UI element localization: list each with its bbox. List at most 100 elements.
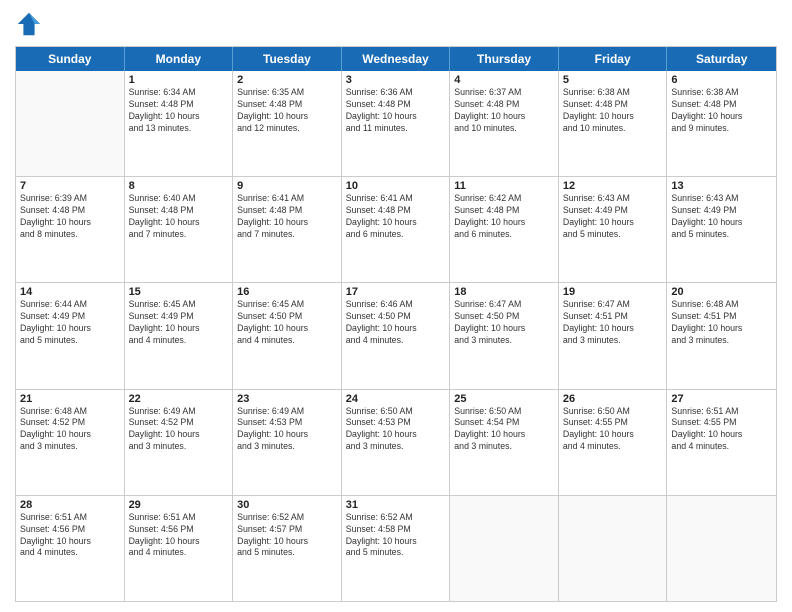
day-info: Sunrise: 6:35 AM Sunset: 4:48 PM Dayligh… [237,87,337,135]
calendar-cell-w0-d3: 3Sunrise: 6:36 AM Sunset: 4:48 PM Daylig… [342,71,451,176]
calendar-cell-w4-d2: 30Sunrise: 6:52 AM Sunset: 4:57 PM Dayli… [233,496,342,601]
day-info: Sunrise: 6:36 AM Sunset: 4:48 PM Dayligh… [346,87,446,135]
header-day-monday: Monday [125,47,234,71]
day-number: 7 [20,180,120,192]
day-info: Sunrise: 6:50 AM Sunset: 4:54 PM Dayligh… [454,406,554,454]
calendar-cell-w3-d2: 23Sunrise: 6:49 AM Sunset: 4:53 PM Dayli… [233,390,342,495]
day-number: 17 [346,286,446,298]
day-number: 9 [237,180,337,192]
day-info: Sunrise: 6:47 AM Sunset: 4:51 PM Dayligh… [563,299,663,347]
calendar-cell-w1-d3: 10Sunrise: 6:41 AM Sunset: 4:48 PM Dayli… [342,177,451,282]
day-info: Sunrise: 6:49 AM Sunset: 4:53 PM Dayligh… [237,406,337,454]
day-number: 12 [563,180,663,192]
calendar-cell-w3-d5: 26Sunrise: 6:50 AM Sunset: 4:55 PM Dayli… [559,390,668,495]
day-info: Sunrise: 6:50 AM Sunset: 4:55 PM Dayligh… [563,406,663,454]
day-info: Sunrise: 6:41 AM Sunset: 4:48 PM Dayligh… [237,193,337,241]
day-number: 10 [346,180,446,192]
calendar-cell-w0-d6: 6Sunrise: 6:38 AM Sunset: 4:48 PM Daylig… [667,71,776,176]
calendar-cell-w2-d5: 19Sunrise: 6:47 AM Sunset: 4:51 PM Dayli… [559,283,668,388]
day-number: 28 [20,499,120,511]
header-day-wednesday: Wednesday [342,47,451,71]
header-day-tuesday: Tuesday [233,47,342,71]
calendar-body: 1Sunrise: 6:34 AM Sunset: 4:48 PM Daylig… [16,71,776,601]
day-info: Sunrise: 6:43 AM Sunset: 4:49 PM Dayligh… [563,193,663,241]
calendar-cell-w3-d0: 21Sunrise: 6:48 AM Sunset: 4:52 PM Dayli… [16,390,125,495]
day-info: Sunrise: 6:52 AM Sunset: 4:57 PM Dayligh… [237,512,337,560]
day-number: 1 [129,74,229,86]
day-info: Sunrise: 6:42 AM Sunset: 4:48 PM Dayligh… [454,193,554,241]
day-number: 13 [671,180,772,192]
day-number: 8 [129,180,229,192]
calendar-cell-w4-d3: 31Sunrise: 6:52 AM Sunset: 4:58 PM Dayli… [342,496,451,601]
calendar-row-1: 7Sunrise: 6:39 AM Sunset: 4:48 PM Daylig… [16,177,776,283]
day-number: 16 [237,286,337,298]
day-info: Sunrise: 6:39 AM Sunset: 4:48 PM Dayligh… [20,193,120,241]
calendar-cell-w2-d6: 20Sunrise: 6:48 AM Sunset: 4:51 PM Dayli… [667,283,776,388]
calendar-row-2: 14Sunrise: 6:44 AM Sunset: 4:49 PM Dayli… [16,283,776,389]
day-info: Sunrise: 6:45 AM Sunset: 4:50 PM Dayligh… [237,299,337,347]
day-number: 30 [237,499,337,511]
calendar-cell-w4-d6 [667,496,776,601]
day-info: Sunrise: 6:43 AM Sunset: 4:49 PM Dayligh… [671,193,772,241]
day-number: 11 [454,180,554,192]
calendar-cell-w3-d3: 24Sunrise: 6:50 AM Sunset: 4:53 PM Dayli… [342,390,451,495]
day-number: 4 [454,74,554,86]
day-number: 31 [346,499,446,511]
day-info: Sunrise: 6:47 AM Sunset: 4:50 PM Dayligh… [454,299,554,347]
day-number: 15 [129,286,229,298]
day-number: 2 [237,74,337,86]
day-info: Sunrise: 6:34 AM Sunset: 4:48 PM Dayligh… [129,87,229,135]
calendar-cell-w4-d5 [559,496,668,601]
calendar-cell-w1-d5: 12Sunrise: 6:43 AM Sunset: 4:49 PM Dayli… [559,177,668,282]
calendar-cell-w0-d0 [16,71,125,176]
calendar-cell-w2-d0: 14Sunrise: 6:44 AM Sunset: 4:49 PM Dayli… [16,283,125,388]
day-number: 24 [346,393,446,405]
calendar: SundayMondayTuesdayWednesdayThursdayFrid… [15,46,777,602]
calendar-cell-w1-d4: 11Sunrise: 6:42 AM Sunset: 4:48 PM Dayli… [450,177,559,282]
calendar-cell-w4-d1: 29Sunrise: 6:51 AM Sunset: 4:56 PM Dayli… [125,496,234,601]
day-info: Sunrise: 6:49 AM Sunset: 4:52 PM Dayligh… [129,406,229,454]
calendar-cell-w2-d3: 17Sunrise: 6:46 AM Sunset: 4:50 PM Dayli… [342,283,451,388]
day-number: 21 [20,393,120,405]
calendar-cell-w3-d4: 25Sunrise: 6:50 AM Sunset: 4:54 PM Dayli… [450,390,559,495]
header-day-thursday: Thursday [450,47,559,71]
day-info: Sunrise: 6:37 AM Sunset: 4:48 PM Dayligh… [454,87,554,135]
day-number: 22 [129,393,229,405]
day-info: Sunrise: 6:46 AM Sunset: 4:50 PM Dayligh… [346,299,446,347]
day-info: Sunrise: 6:51 AM Sunset: 4:56 PM Dayligh… [20,512,120,560]
day-info: Sunrise: 6:51 AM Sunset: 4:55 PM Dayligh… [671,406,772,454]
calendar-cell-w1-d1: 8Sunrise: 6:40 AM Sunset: 4:48 PM Daylig… [125,177,234,282]
calendar-row-0: 1Sunrise: 6:34 AM Sunset: 4:48 PM Daylig… [16,71,776,177]
day-info: Sunrise: 6:52 AM Sunset: 4:58 PM Dayligh… [346,512,446,560]
day-info: Sunrise: 6:44 AM Sunset: 4:49 PM Dayligh… [20,299,120,347]
day-number: 14 [20,286,120,298]
calendar-cell-w2-d1: 15Sunrise: 6:45 AM Sunset: 4:49 PM Dayli… [125,283,234,388]
calendar-cell-w0-d1: 1Sunrise: 6:34 AM Sunset: 4:48 PM Daylig… [125,71,234,176]
calendar-cell-w0-d5: 5Sunrise: 6:38 AM Sunset: 4:48 PM Daylig… [559,71,668,176]
logo-icon [15,10,43,38]
calendar-cell-w1-d6: 13Sunrise: 6:43 AM Sunset: 4:49 PM Dayli… [667,177,776,282]
day-info: Sunrise: 6:41 AM Sunset: 4:48 PM Dayligh… [346,193,446,241]
day-info: Sunrise: 6:48 AM Sunset: 4:52 PM Dayligh… [20,406,120,454]
day-number: 19 [563,286,663,298]
day-number: 3 [346,74,446,86]
day-info: Sunrise: 6:45 AM Sunset: 4:49 PM Dayligh… [129,299,229,347]
day-number: 25 [454,393,554,405]
header-day-sunday: Sunday [16,47,125,71]
day-info: Sunrise: 6:48 AM Sunset: 4:51 PM Dayligh… [671,299,772,347]
day-number: 5 [563,74,663,86]
day-info: Sunrise: 6:51 AM Sunset: 4:56 PM Dayligh… [129,512,229,560]
day-number: 6 [671,74,772,86]
header-day-friday: Friday [559,47,668,71]
calendar-cell-w4-d4 [450,496,559,601]
calendar-cell-w3-d6: 27Sunrise: 6:51 AM Sunset: 4:55 PM Dayli… [667,390,776,495]
calendar-header: SundayMondayTuesdayWednesdayThursdayFrid… [16,47,776,71]
day-number: 23 [237,393,337,405]
header [15,10,777,38]
logo [15,10,47,38]
calendar-row-3: 21Sunrise: 6:48 AM Sunset: 4:52 PM Dayli… [16,390,776,496]
calendar-cell-w4-d0: 28Sunrise: 6:51 AM Sunset: 4:56 PM Dayli… [16,496,125,601]
day-number: 20 [671,286,772,298]
calendar-row-4: 28Sunrise: 6:51 AM Sunset: 4:56 PM Dayli… [16,496,776,601]
calendar-cell-w3-d1: 22Sunrise: 6:49 AM Sunset: 4:52 PM Dayli… [125,390,234,495]
